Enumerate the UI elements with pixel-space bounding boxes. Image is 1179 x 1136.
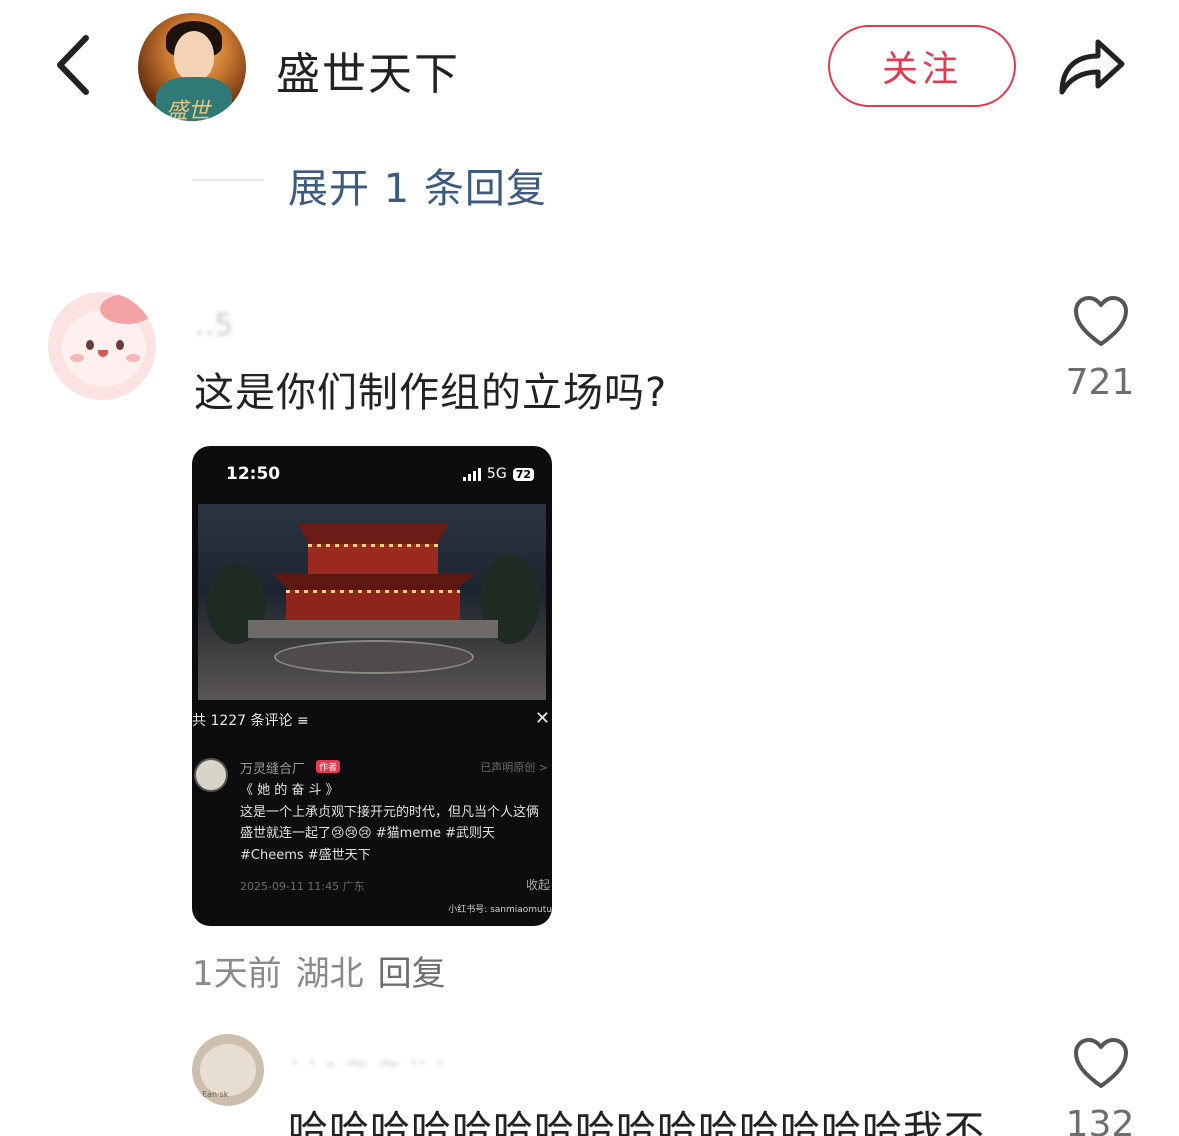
share-arrow-icon [1059, 39, 1125, 95]
like-count-2: 132 [1065, 1104, 1135, 1136]
reply-button[interactable]: 回复 [378, 946, 446, 995]
embed-collapse: 收起 [525, 878, 550, 892]
back-button[interactable] [48, 30, 108, 100]
embed-comment-count: 共 1227 条评论 ≡ [192, 713, 309, 729]
embed-author-avatar [194, 758, 228, 792]
commenter2-username[interactable]: · · - ~ ~ ·· · [290, 1046, 445, 1079]
avatar-eye [86, 340, 94, 350]
embed-post-date: 2025-09-11 11:45 广东 [240, 880, 365, 893]
commenter-username[interactable]: ..5 [195, 308, 233, 343]
commenter2-avatar[interactable]: Ean·sk [192, 1034, 264, 1106]
share-button[interactable] [1056, 32, 1128, 98]
signal-icon [462, 467, 481, 481]
comment-location: 湖北 [295, 954, 364, 994]
comment-text: 这是你们制作组的立场吗? [194, 370, 668, 416]
embed-post-body: 《 她 的 奋 斗 》 这是一个上承贞观下接开元的时代，但凡当个人这俩盛世就连一… [240, 783, 540, 863]
like-button-2[interactable] [1072, 1036, 1130, 1090]
close-icon: ✕ [534, 708, 550, 729]
expand-replies-link[interactable]: 展开 1 条回复 [288, 156, 547, 214]
avatar-caption: Ean·sk [202, 1090, 229, 1099]
account-name[interactable]: 盛世天下 [276, 38, 460, 102]
embed-author-name: 万灵缝合厂 [240, 762, 306, 777]
comment-image[interactable]: 12:50 5G 72 共 1227 条评论 ≡ ✕ 万灵缝合厂 作者 已声明原… [192, 446, 552, 926]
commenter-avatar[interactable] [48, 292, 156, 400]
avatar-sketch [200, 1044, 256, 1096]
embed-watermark: 小红书号: sanmiaomutu [448, 905, 552, 915]
avatar-bow [100, 294, 154, 324]
embed-author-tag: 作者 [316, 760, 341, 773]
comment-meta: 1天前 湖北 回复 [192, 946, 446, 995]
follow-button[interactable]: 关注 [828, 25, 1016, 107]
embed-status-time: 12:50 [226, 464, 281, 484]
account-avatar[interactable]: 盛世 [138, 13, 246, 121]
embed-network: 5G [486, 466, 507, 482]
embed-status-bar: 5G 72 [462, 466, 534, 482]
avatar-seal-text: 盛世 [166, 99, 211, 121]
avatar-cheek [70, 354, 84, 362]
embed-original-declared: 已声明原创 > [480, 761, 548, 774]
reply-divider [192, 179, 264, 181]
battery-icon: 72 [512, 467, 534, 481]
heart-icon [1074, 296, 1128, 346]
avatar-eye [116, 340, 124, 350]
avatar-cheek [126, 354, 140, 362]
palace-scene-image [198, 504, 546, 700]
chevron-left-icon [57, 35, 89, 95]
like-button[interactable] [1072, 294, 1130, 348]
heart-icon [1074, 1038, 1128, 1088]
comment-time: 1天前 [192, 954, 282, 994]
avatar-face [174, 31, 214, 81]
like-count: 721 [1065, 362, 1135, 403]
comment2-text: 哈哈哈哈哈哈哈哈哈哈哈哈哈哈哈我不 [288, 1108, 985, 1136]
